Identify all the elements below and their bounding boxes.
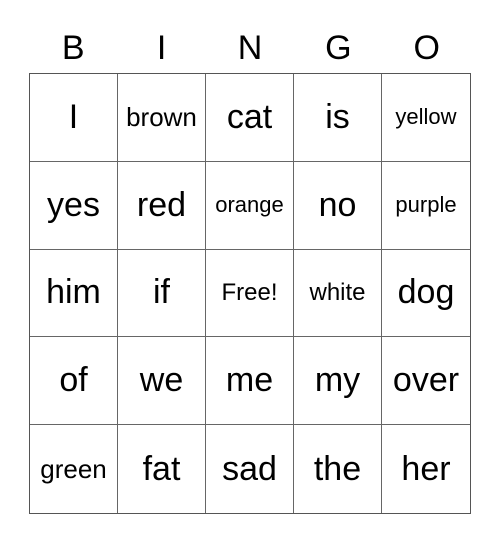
header-letter-b: B xyxy=(61,29,85,67)
bingo-cell: him xyxy=(30,249,118,338)
bingo-cell: dog xyxy=(382,250,470,338)
bingo-cell: cat xyxy=(206,74,294,162)
bingo-cell: white xyxy=(294,249,382,338)
header-letter-i: I xyxy=(156,29,167,67)
bingo-cell: green xyxy=(30,425,118,513)
bingo-cell: is xyxy=(294,74,382,162)
bingo-cell: the xyxy=(294,425,382,513)
bingo-cell: over xyxy=(382,337,470,426)
bingo-cell: we xyxy=(118,337,206,426)
bingo-cell: no xyxy=(294,161,382,250)
bingo-cell: orange xyxy=(206,161,294,250)
bingo-cell: sad xyxy=(206,425,294,513)
bingo-cell: brown xyxy=(118,74,206,162)
bingo-cell: I xyxy=(30,74,118,162)
bingo-grid: Ibrown cat is yellow yes red orange no purple him… xyxy=(29,73,471,514)
bingo-cell: purple xyxy=(382,162,470,250)
bingo-cell: her xyxy=(401,449,451,488)
bingo-cell: yellow xyxy=(382,74,470,162)
header-letter-g: G xyxy=(325,29,352,67)
bingo-cell: fat xyxy=(118,425,206,513)
bingo-cell: yes xyxy=(30,161,118,250)
bingo-cell: me xyxy=(206,337,294,426)
header-letter-n: N xyxy=(237,29,263,67)
bingo-cell: my xyxy=(294,337,382,426)
free-space-cell: Free! xyxy=(206,249,294,338)
bingo-cell: if xyxy=(118,249,206,338)
bingo-cell: of xyxy=(30,337,118,426)
bingo-cell: red xyxy=(118,161,206,250)
bingo-header: B I N G O xyxy=(29,26,471,70)
header-letter-o: O xyxy=(413,29,440,67)
